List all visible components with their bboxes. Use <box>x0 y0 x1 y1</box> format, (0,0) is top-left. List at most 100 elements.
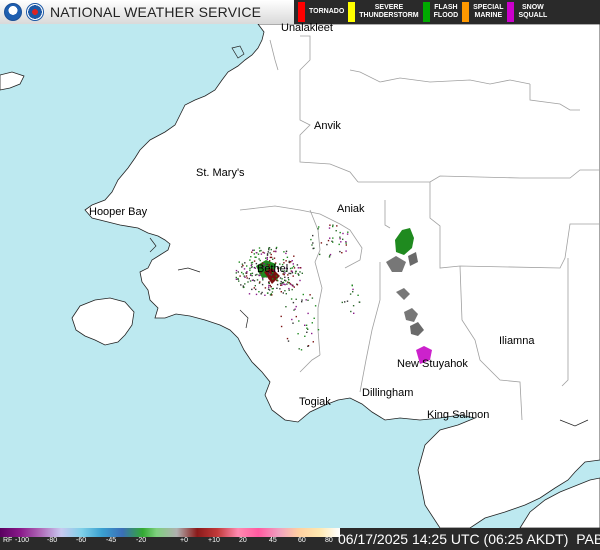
radar-speckle-dot <box>339 250 341 253</box>
radar-speckle-dot <box>249 269 251 271</box>
radar-speckle-dot <box>299 267 301 269</box>
radar-speckle-dot <box>288 272 290 275</box>
scale-label: 60 <box>298 537 306 544</box>
radar-speckle-dot <box>271 294 273 296</box>
radar-speckle-dot <box>347 231 349 233</box>
radar-speckle-dot <box>320 242 323 244</box>
radar-speckle-dot <box>314 305 317 307</box>
radar-speckle-dot <box>262 279 264 281</box>
radar-speckle-dot <box>309 294 311 296</box>
place-label: New Stuyahok <box>397 358 468 370</box>
radar-speckle-dot <box>281 278 283 280</box>
radar-speckle-dot <box>263 252 266 254</box>
radar-speckle-dot <box>280 280 282 283</box>
scale-label: 45 <box>269 537 277 544</box>
radar-map[interactable] <box>0 0 600 550</box>
radar-speckle-dot <box>261 283 264 286</box>
radar-speckle-dot <box>345 250 347 252</box>
header-banner: NATIONAL WEATHER SERVICE TORNADO SEVERE T… <box>0 0 600 24</box>
radar-speckle-dot <box>252 249 254 251</box>
radar-speckle-dot <box>317 228 319 230</box>
timestamp-bar: 06/17/2025 14:25 UTC (06:25 AKDT) PABC <box>338 529 600 550</box>
radar-speckle-dot <box>295 270 297 273</box>
radar-speckle-dot <box>299 279 301 282</box>
radar-speckle-dot <box>249 274 252 276</box>
radar-speckle-dot <box>255 252 258 254</box>
radar-speckle-dot <box>286 283 288 285</box>
radar-speckle-dot <box>266 292 269 294</box>
radar-speckle-dot <box>237 277 239 280</box>
radar-speckle-dot <box>292 285 294 287</box>
radar-speckle-dot <box>287 277 289 279</box>
radar-speckle-dot <box>276 283 279 286</box>
radar-speckle-dot <box>290 298 293 300</box>
legend-label: MARINE <box>474 12 503 19</box>
radar-speckle-dot <box>237 271 239 273</box>
legend-label: SNOW <box>521 4 544 11</box>
radar-speckle-dot <box>266 254 269 256</box>
radar-speckle-dot <box>270 253 272 256</box>
agency-name: NATIONAL WEATHER SERVICE <box>50 4 262 20</box>
radar-speckle-dot <box>261 291 263 294</box>
radar-speckle-dot <box>250 264 252 267</box>
radar-speckle-dot <box>339 231 341 234</box>
radar-speckle-dot <box>296 264 299 266</box>
noaa-logo-icon <box>4 3 22 21</box>
radar-speckle-dot <box>298 320 300 322</box>
place-label: Dillingham <box>362 387 414 399</box>
radar-speckle-dot <box>297 267 300 269</box>
place-label: St. Mary's <box>196 167 245 179</box>
radar-speckle-dot <box>253 249 255 251</box>
radar-speckle-dot <box>254 267 257 269</box>
radar-speckle-dot <box>268 247 270 249</box>
radar-speckle-dot <box>298 348 300 350</box>
reflectivity-scale-bar <box>0 528 340 537</box>
timestamp: 06/17/2025 14:25 UTC (06:25 AKDT) <box>338 531 569 547</box>
radar-speckle-dot <box>332 224 334 226</box>
radar-speckle-dot <box>292 263 294 265</box>
radar-speckle-dot <box>345 242 347 244</box>
radar-speckle-dot <box>271 288 273 290</box>
place-label: Aniak <box>337 203 365 215</box>
place-label: Bethel <box>257 263 289 275</box>
radar-speckle-dot <box>270 248 272 251</box>
legend-label: SEVERE <box>374 4 404 11</box>
radar-speckle-dot <box>352 305 355 307</box>
radar-speckle-dot <box>282 259 285 261</box>
radar-speckle-dot <box>262 251 264 254</box>
radar-speckle-dot <box>305 324 308 326</box>
radar-speckle-dot <box>332 225 334 228</box>
radar-speckle-dot <box>310 238 312 241</box>
radar-speckle-dot <box>335 230 337 232</box>
agency-brand: NATIONAL WEATHER SERVICE <box>0 0 294 24</box>
radar-speckle-dot <box>291 288 293 291</box>
radar-speckle-dot <box>241 263 244 265</box>
radar-speckle-dot <box>273 257 276 259</box>
legend-label: THUNDERSTORM <box>359 12 419 19</box>
radar-speckle-dot <box>244 276 246 278</box>
legend-tornado: TORNADO <box>298 0 344 24</box>
radar-speckle-dot <box>286 337 289 340</box>
scale-label: +10 <box>208 537 220 544</box>
radar-speckle-dot <box>266 258 268 260</box>
radar-speckle-dot <box>342 238 344 240</box>
radar-speckle-dot <box>241 266 243 268</box>
legend-swatch <box>348 2 356 22</box>
radar-speckle-dot <box>256 279 259 281</box>
radar-speckle-dot <box>332 237 334 239</box>
radar-speckle-dot <box>307 299 309 301</box>
radar-speckle-dot <box>339 238 341 240</box>
radar-speckle-dot <box>246 271 248 273</box>
radar-speckle-dot <box>288 289 290 291</box>
radar-speckle-dot <box>313 317 315 319</box>
radar-speckle-dot <box>269 260 271 262</box>
radar-speckle-dot <box>292 322 294 324</box>
scale-label: 20 <box>239 537 247 544</box>
legend-label: FLASH <box>434 4 458 11</box>
radar-speckle-dot <box>328 227 331 229</box>
radar-speckle-dot <box>243 275 245 277</box>
radar-speckle-dot <box>257 253 260 255</box>
scale-prefix: RF <box>3 537 13 544</box>
radar-speckle-dot <box>306 331 308 333</box>
legend-label: SQUALL <box>518 12 548 19</box>
